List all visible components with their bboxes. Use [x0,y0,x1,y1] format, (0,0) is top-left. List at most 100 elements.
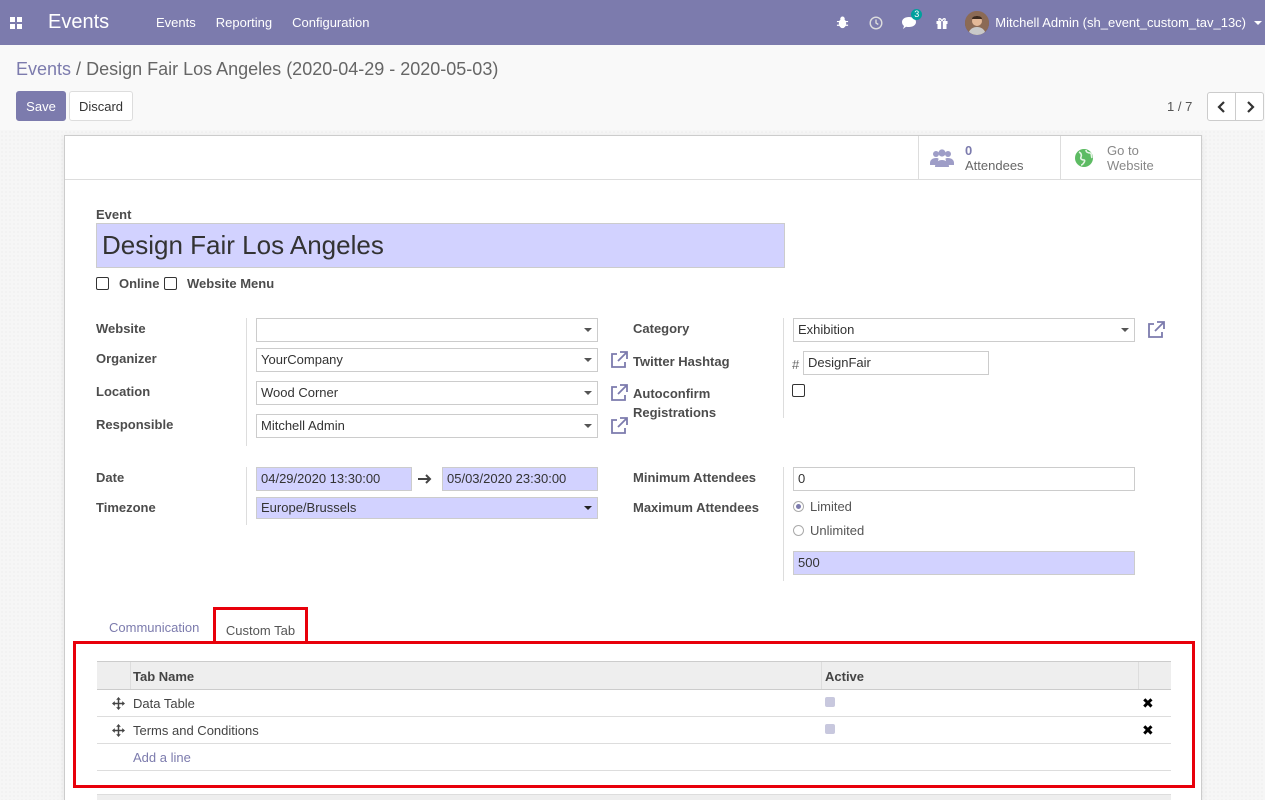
pager-value[interactable]: 1 / 7 [1167,99,1192,114]
external-link-icon[interactable] [609,416,629,436]
location-field-label: Location [96,384,151,399]
group-separator [246,318,247,446]
tab-communication[interactable]: Communication [109,620,199,635]
chevron-down-icon [584,328,592,332]
user-name[interactable]: Mitchell Admin (sh_event_custom_tav_13c) [995,15,1246,30]
tab-name-cell[interactable]: Terms and Conditions [133,723,259,738]
website-label-2: Website [1107,158,1154,173]
responsible-field-label: Responsible [96,417,174,432]
twitter-field-label: Twitter Hashtag [633,354,730,369]
pager-next-button[interactable] [1235,92,1264,121]
event-name-input[interactable]: Design Fair Los Angeles [96,223,785,268]
category-select[interactable]: Exhibition [793,318,1135,342]
user-menu-caret-icon[interactable] [1254,20,1262,25]
menu-reporting[interactable]: Reporting [216,15,272,30]
breadcrumb: Events / Design Fair Los Angeles (2020-0… [16,59,498,80]
online-label: Online [119,276,160,291]
column-active[interactable]: Active [825,669,864,684]
delete-row-icon[interactable]: ✖ [1142,695,1154,712]
app-brand: Events [48,11,110,33]
external-link-icon[interactable] [1146,320,1166,340]
external-link-icon[interactable] [609,383,629,403]
chevron-down-icon [1121,328,1129,332]
table-row[interactable]: Data Table ✖ [97,690,1171,717]
website-field-label: Website [96,321,146,336]
timezone-field-label: Timezone [96,500,156,515]
min-attendees-input[interactable]: 0 [793,467,1135,491]
max-attendees-input[interactable]: 500 [793,551,1135,575]
gift-icon[interactable] [925,0,958,45]
attendees-count: 0 [965,143,973,158]
arrow-right-icon [418,474,432,484]
max-attendees-label: Maximum Attendees [633,500,759,515]
event-label: Event [96,207,132,222]
responsible-select[interactable]: Mitchell Admin [256,414,598,438]
autoconfirm-checkbox[interactable] [792,384,805,397]
group-separator [783,318,784,418]
drag-handle-icon[interactable] [112,697,125,710]
external-link-icon[interactable] [609,350,629,370]
breadcrumb-separator: / [76,59,82,79]
globe-icon [1075,149,1093,167]
chat-badge: 3 [911,9,923,20]
debug-bug-icon[interactable] [826,0,859,45]
chevron-down-icon [584,424,592,428]
attendees-stat-button[interactable]: 0 Attendees [918,136,1061,180]
date-start-input[interactable]: 04/29/2020 13:30:00 [256,467,412,491]
top-navbar: Events Events Reporting Configuration 3 … [0,0,1265,45]
hashtag-prefix: # [792,357,800,372]
website-select[interactable] [256,318,598,342]
autoconfirm-field-label: Autoconfirm Registrations [633,386,717,420]
chevron-left-icon [1216,100,1225,113]
date-end-input[interactable]: 05/03/2020 23:30:00 [442,467,598,491]
online-checkbox[interactable] [96,277,109,290]
website-menu-label: Website Menu [187,276,275,291]
tab-name-cell[interactable]: Data Table [133,696,195,711]
menu-events[interactable]: Events [156,15,196,30]
chevron-down-icon [584,506,592,510]
breadcrumb-parent[interactable]: Events [16,59,71,79]
unlimited-radio[interactable] [793,525,804,536]
pager-previous-button[interactable] [1207,92,1236,121]
attendees-label: Attendees [965,158,1024,173]
organizer-select[interactable]: YourCompany [256,348,598,372]
date-field-label: Date [96,470,125,485]
group-separator [246,467,247,525]
go-to-website-button[interactable]: Go to Website [1060,136,1203,180]
table-row[interactable]: Terms and Conditions ✖ [97,717,1171,744]
column-tab-name[interactable]: Tab Name [133,669,194,684]
group-separator [783,467,784,581]
breadcrumb-current: Design Fair Los Angeles (2020-04-29 - 20… [86,59,499,79]
limited-radio[interactable] [793,501,804,512]
save-button[interactable]: Save [16,91,66,121]
category-field-label: Category [633,321,690,336]
next-section-edge [97,794,1171,800]
users-icon [930,149,954,167]
website-label-1: Go to [1107,143,1139,158]
chevron-down-icon [584,358,592,362]
limited-label: Limited [810,499,852,514]
active-checkbox[interactable] [825,724,835,734]
location-select[interactable]: Wood Corner [256,381,598,405]
messaging-chat-icon[interactable]: 3 [892,0,925,45]
timezone-select[interactable]: Europe/Brussels [256,497,598,519]
discard-button[interactable]: Discard [69,91,133,121]
menu-configuration[interactable]: Configuration [292,15,369,30]
chevron-right-icon [1246,100,1255,113]
delete-row-icon[interactable]: ✖ [1142,722,1154,739]
custom-tab-table-header: Tab Name Active [97,661,1171,690]
organizer-field-label: Organizer [96,351,157,366]
twitter-hashtag-input[interactable]: DesignFair [803,351,989,375]
drag-handle-icon[interactable] [112,724,125,737]
user-avatar[interactable] [965,10,990,35]
apps-menu-icon[interactable] [0,0,32,45]
add-a-line-link[interactable]: Add a line [133,750,191,765]
stat-button-box: 0 Attendees Go to Website [65,136,1201,180]
add-line-row: Add a line [97,744,1171,771]
min-attendees-label: Minimum Attendees [633,470,757,485]
activity-clock-icon[interactable] [859,0,892,45]
active-checkbox[interactable] [825,697,835,707]
chevron-down-icon [584,391,592,395]
tab-custom[interactable]: Custom Tab [213,607,308,644]
website-menu-checkbox[interactable] [164,277,177,290]
